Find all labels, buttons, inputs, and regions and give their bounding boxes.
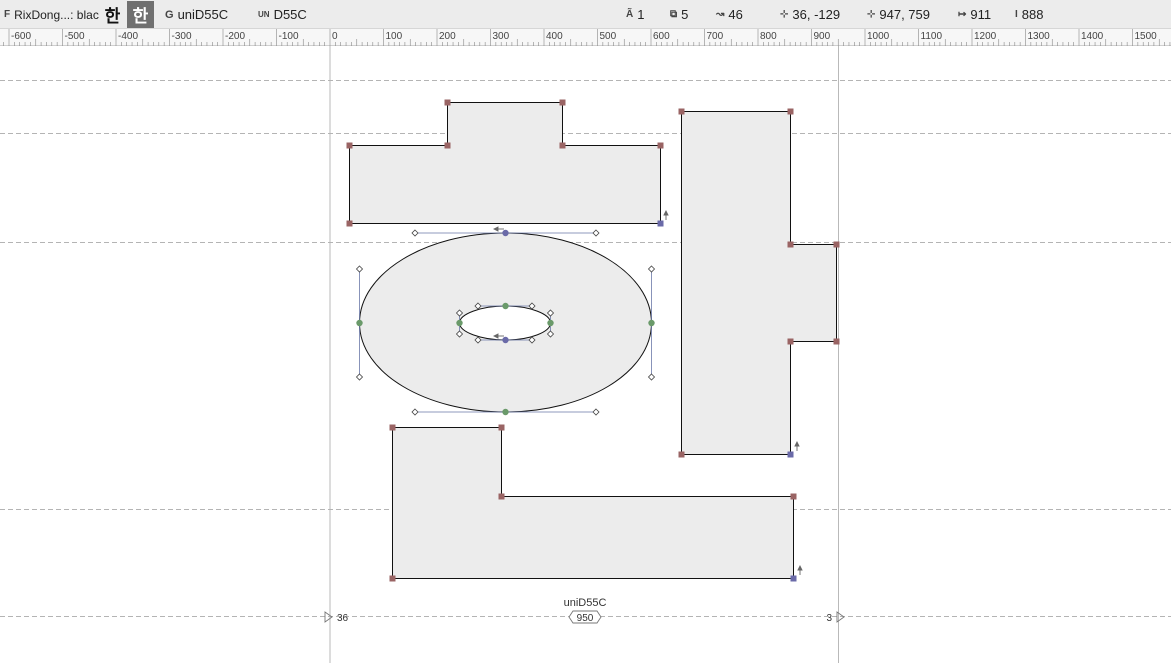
font-selector[interactable]: F RixDong...: black bbox=[4, 0, 105, 29]
advance-width-value: 950 bbox=[577, 613, 594, 624]
ruler-label: 700 bbox=[707, 31, 724, 42]
contour-ellipse-ring[interactable] bbox=[358, 232, 653, 413]
nodes-count: 46 bbox=[728, 7, 743, 22]
font-name: RixDong...: black bbox=[14, 7, 105, 22]
ruler-label: 100 bbox=[386, 31, 403, 42]
layers-count: 1 bbox=[637, 7, 645, 22]
origin-icon: ⊹ bbox=[780, 9, 789, 20]
ruler-label: -600 bbox=[11, 31, 31, 42]
ruler-label: -500 bbox=[65, 31, 85, 42]
width-icon: ↦ bbox=[958, 9, 967, 20]
ruler-label: 500 bbox=[600, 31, 617, 42]
height-stat: I 888 bbox=[1015, 0, 1043, 29]
nodes-stat: ↝ 46 bbox=[716, 0, 743, 29]
ruler-label: 0 bbox=[332, 31, 338, 42]
origin-stat: ⊹ 36, -129 bbox=[780, 0, 840, 29]
glyph-icon: G bbox=[165, 8, 174, 21]
width-value: 911 bbox=[970, 7, 992, 22]
unicode-field[interactable]: UN D55C bbox=[258, 0, 307, 29]
contours-icon: ⧉ bbox=[670, 9, 678, 20]
contour-right-stem[interactable] bbox=[681, 111, 837, 455]
font-icon: F bbox=[4, 9, 11, 20]
width-stat: ↦ 911 bbox=[958, 0, 991, 29]
right-sidebearing-value: 3 bbox=[826, 613, 832, 624]
contour-top-bar[interactable] bbox=[349, 102, 661, 224]
horizontal-ruler[interactable]: -600 -500 -400 -300 -200 -100 0 100 200 300 400 500… bbox=[0, 29, 1171, 46]
contours-stat: ⧉ 5 bbox=[670, 0, 688, 29]
origin-value: 36, -129 bbox=[792, 7, 841, 22]
size-value: 947, 759 bbox=[879, 7, 930, 22]
unicode-value: D55C bbox=[273, 7, 307, 22]
ruler-label: -100 bbox=[279, 31, 299, 42]
ruler-label: 1200 bbox=[974, 31, 997, 42]
glyph-name-field[interactable]: G uniD55C bbox=[165, 0, 228, 29]
glyph-preview-light[interactable]: 한 bbox=[99, 1, 126, 28]
ruler-label: 1500 bbox=[1135, 31, 1158, 42]
contours-count: 5 bbox=[681, 7, 689, 22]
ruler-label: 1300 bbox=[1028, 31, 1051, 42]
ruler-label: 1000 bbox=[867, 31, 890, 42]
ruler-label: 900 bbox=[814, 31, 831, 42]
ruler-label: -300 bbox=[172, 31, 192, 42]
ruler-label: 300 bbox=[493, 31, 510, 42]
ruler-label: 1400 bbox=[1081, 31, 1104, 42]
glyph-editor-svg: uniD55C 950 36 3 bbox=[0, 46, 1171, 663]
ruler-label: -400 bbox=[118, 31, 138, 42]
size-icon: ⊹ bbox=[867, 9, 876, 20]
ruler-label: 600 bbox=[653, 31, 670, 42]
layers-icon: Ã bbox=[626, 9, 634, 20]
nodes-icon: ↝ bbox=[716, 9, 725, 20]
left-sidebearing-value: 36 bbox=[337, 613, 349, 624]
toolbar: F RixDong...: black 한 한 G uniD55C UN D55… bbox=[0, 0, 1171, 29]
glyph-preview-dark[interactable]: 한 bbox=[127, 1, 154, 28]
ruler-label: 400 bbox=[546, 31, 563, 42]
ruler-label: 1100 bbox=[921, 31, 943, 42]
height-value: 888 bbox=[1021, 7, 1044, 22]
ruler-label: 200 bbox=[439, 31, 456, 42]
ruler-svg: -600 -500 -400 -300 -200 -100 0 100 200 300 400 500… bbox=[3, 29, 1171, 46]
ruler-label: 800 bbox=[760, 31, 777, 42]
size-stat: ⊹ 947, 759 bbox=[867, 0, 930, 29]
unicode-icon: UN bbox=[258, 10, 270, 19]
ruler-label: -200 bbox=[225, 31, 245, 42]
height-icon: I bbox=[1015, 9, 1018, 20]
glyph-name: uniD55C bbox=[177, 7, 229, 22]
layers-stat: Ã 1 bbox=[626, 0, 644, 29]
glyph-label: uniD55C bbox=[564, 597, 607, 609]
glyph-canvas[interactable]: uniD55C 950 36 3 bbox=[0, 46, 1171, 663]
